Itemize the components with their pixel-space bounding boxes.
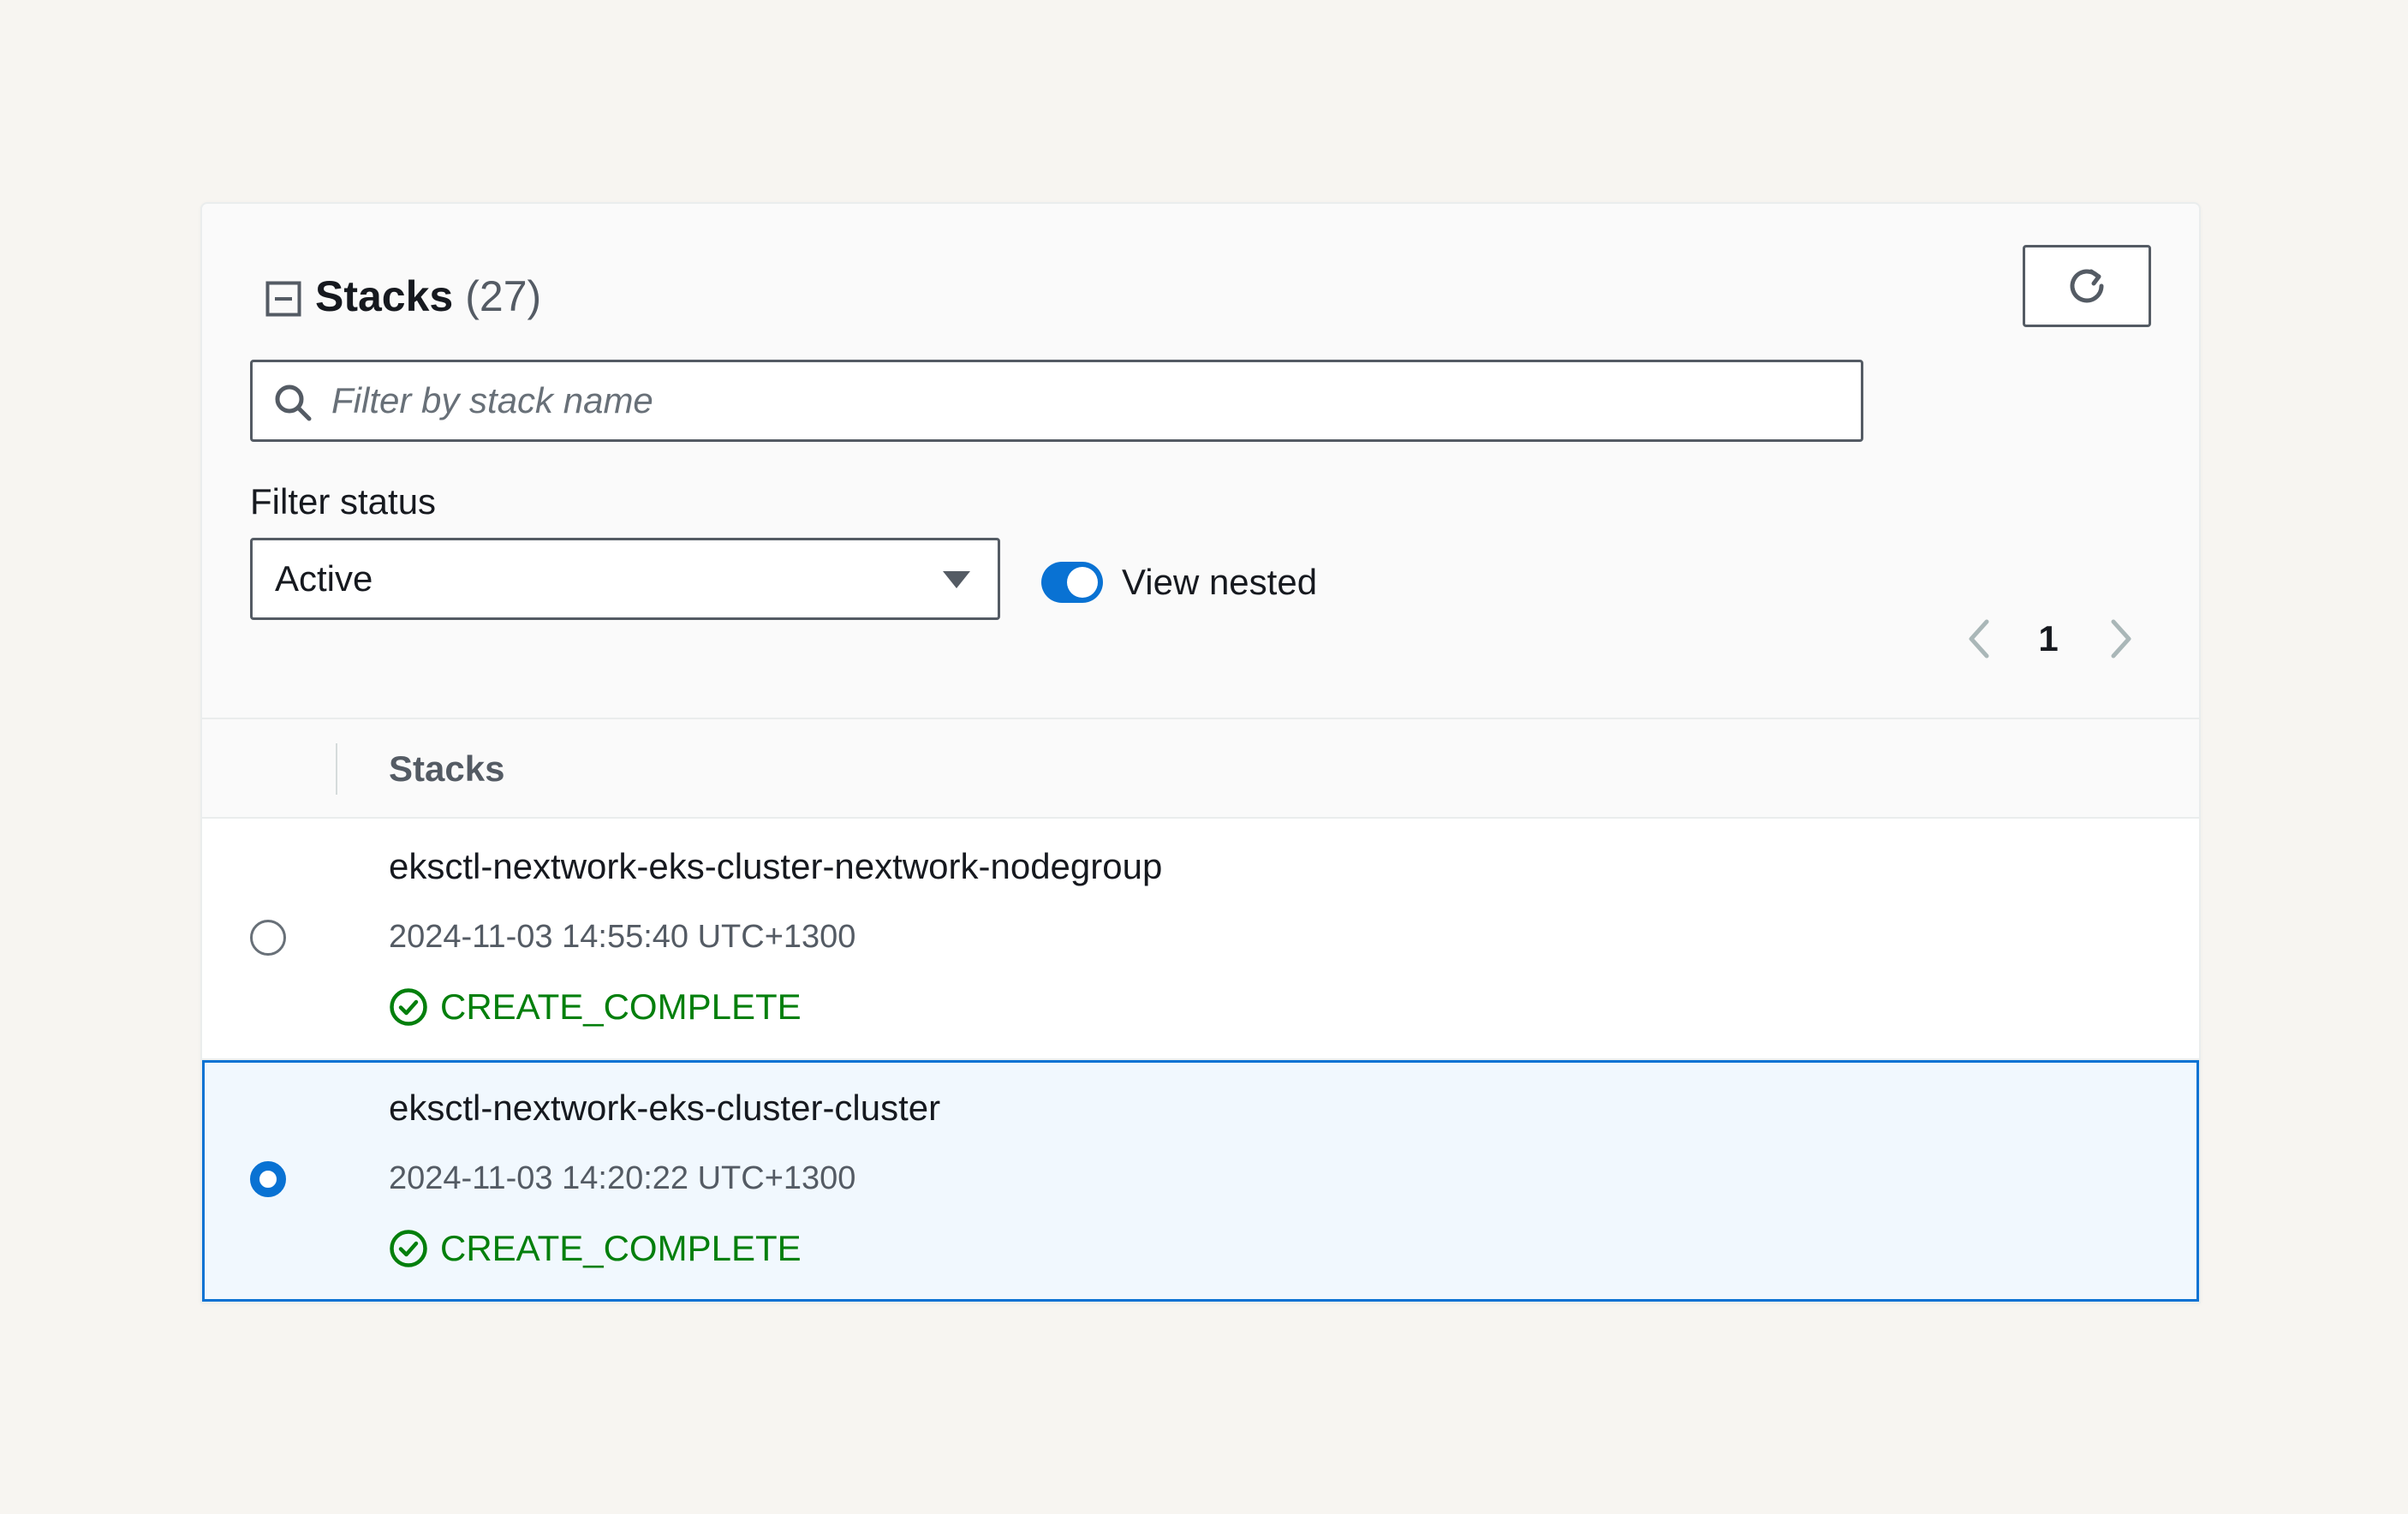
column-divider xyxy=(336,743,337,795)
search-icon xyxy=(275,384,312,421)
filter-status-value: Active xyxy=(275,558,373,599)
check-circle-icon xyxy=(390,1230,427,1267)
page-number[interactable]: 1 xyxy=(2031,613,2065,665)
stack-name[interactable]: eksctl-nextwork-eks-cluster-nextwork-nod… xyxy=(389,841,1162,892)
caret-down-icon xyxy=(943,571,970,588)
row-radio[interactable] xyxy=(250,920,286,956)
stack-name[interactable]: eksctl-nextwork-eks-cluster-cluster xyxy=(389,1082,940,1134)
table-row[interactable]: eksctl-nextwork-eks-cluster-nextwork-nod… xyxy=(202,819,2199,1060)
status-text: CREATE_COMPLETE xyxy=(440,1228,802,1268)
refresh-icon xyxy=(2070,269,2104,303)
view-nested-toggle[interactable] xyxy=(1041,562,1103,603)
search-box xyxy=(250,360,1863,442)
row-radio[interactable] xyxy=(250,1161,286,1197)
table-row[interactable]: eksctl-nextwork-eks-cluster-cluster 2024… xyxy=(202,1060,2199,1302)
stacks-panel: Stacks(27) Filter status Active View nes… xyxy=(200,202,2201,1303)
collapse-icon[interactable] xyxy=(265,281,301,317)
status-indicator: CREATE_COMPLETE xyxy=(389,981,802,1033)
stack-timestamp: 2024-11-03 14:20:22 UTC+1300 xyxy=(389,1160,856,1196)
status-indicator: CREATE_COMPLETE xyxy=(389,1223,802,1274)
stack-timestamp: 2024-11-03 14:55:40 UTC+1300 xyxy=(389,919,856,955)
column-header-stacks: Stacks xyxy=(389,748,505,789)
refresh-button[interactable] xyxy=(2023,245,2151,327)
toggle-knob xyxy=(1067,567,1098,598)
search-input[interactable] xyxy=(331,362,1839,439)
page-title: Stacks (27) xyxy=(315,265,541,327)
filter-status-select[interactable]: Active xyxy=(250,538,1000,620)
view-nested-label: View nested xyxy=(1122,562,1318,602)
title-text: Stacks xyxy=(315,272,454,320)
filter-status-label: Filter status xyxy=(250,481,437,522)
stacks-table: Stacks eksctl-nextwork-eks-cluster-nextw… xyxy=(202,718,2199,1302)
status-text: CREATE_COMPLETE xyxy=(440,986,802,1027)
check-circle-icon xyxy=(390,988,427,1026)
panel-header: Stacks(27) Filter status Active View nes… xyxy=(202,204,2199,718)
table-header: Stacks xyxy=(202,718,2199,819)
stack-count: (27) xyxy=(465,272,542,320)
chevron-left-icon[interactable] xyxy=(1961,615,1995,663)
chevron-right-icon[interactable] xyxy=(2105,615,2139,663)
